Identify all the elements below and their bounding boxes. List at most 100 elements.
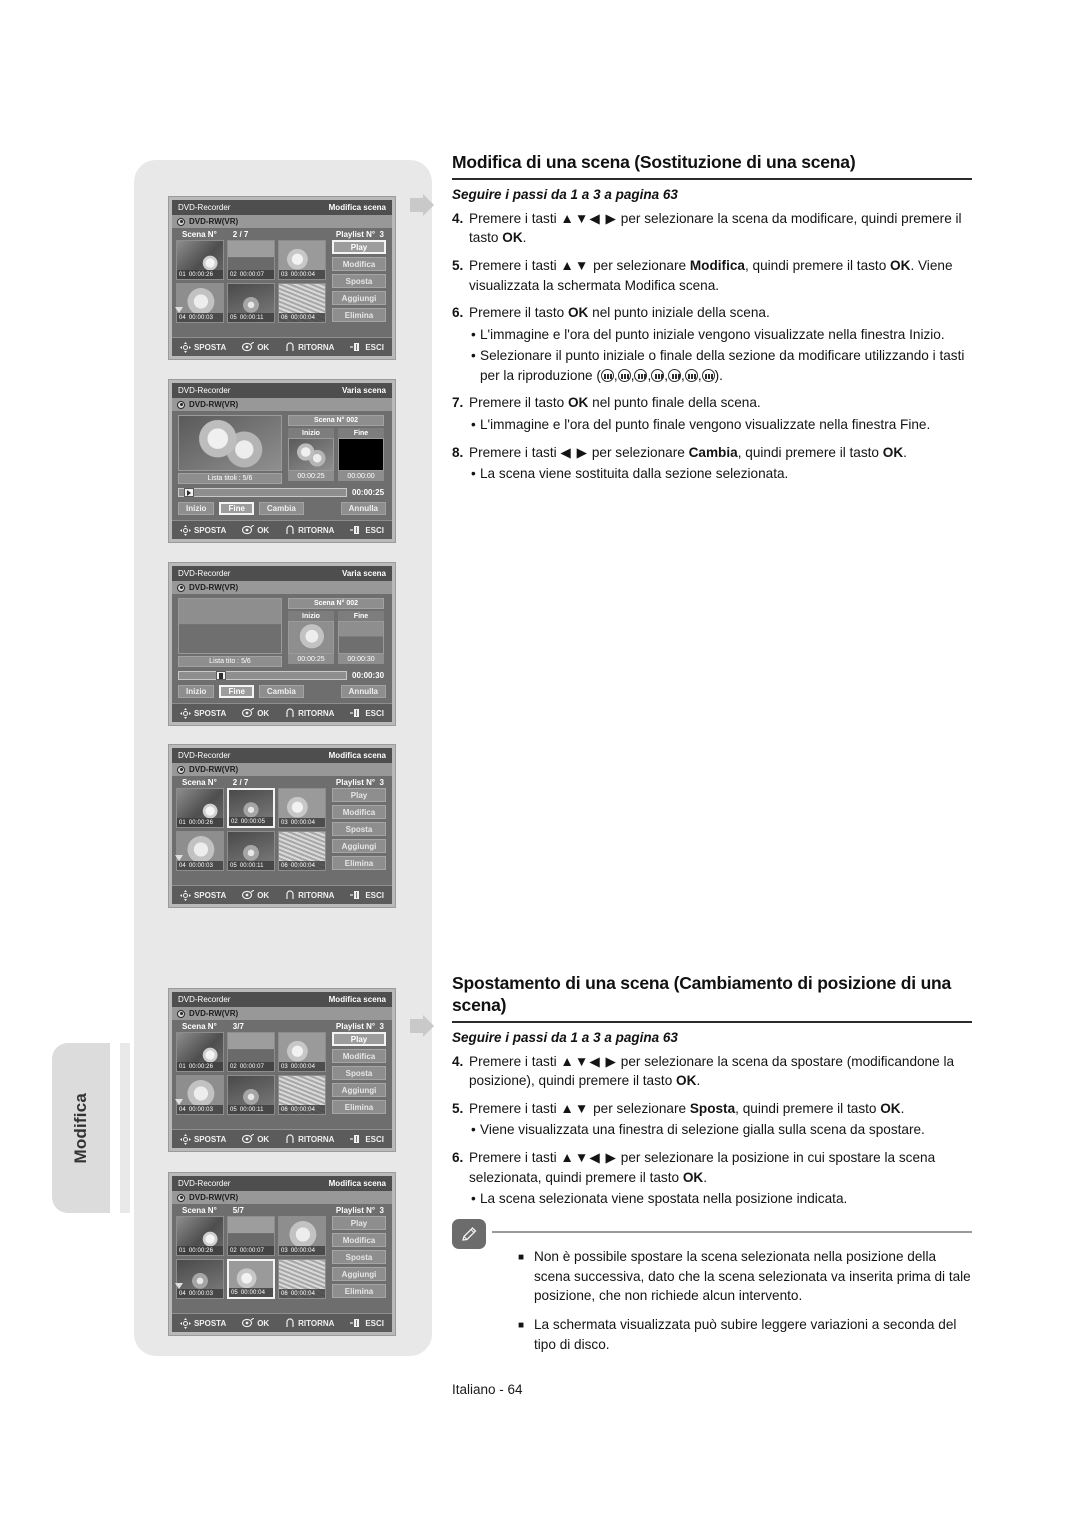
- osd-button-aggiungi[interactable]: Aggiungi: [332, 291, 386, 305]
- scene-thumbnail[interactable]: 03 00:00:04: [278, 1216, 326, 1256]
- osd-hint-sposta[interactable]: SPOSTA: [179, 707, 226, 719]
- osd-hint-ritorna[interactable]: RITORNA: [285, 342, 334, 352]
- scene-thumbnail[interactable]: 05 00:00:04: [227, 1259, 275, 1299]
- osd-button-sposta[interactable]: Sposta: [332, 274, 386, 288]
- scene-thumbnail[interactable]: 01 00:00:26: [176, 240, 224, 280]
- osd-button-play[interactable]: Play: [332, 788, 386, 802]
- scene-thumbnail[interactable]: 03 00:00:04: [278, 240, 326, 280]
- scroll-down-arrow-icon[interactable]: [175, 307, 183, 313]
- screen-1-modifica-scena: DVD-Recorder Modifica scena DVD-RW(VR) S…: [168, 196, 396, 360]
- progress-knob[interactable]: [184, 488, 194, 497]
- osd-button-aggiungi[interactable]: Aggiungi: [332, 839, 386, 853]
- osd-button-sposta[interactable]: Sposta: [332, 1250, 386, 1264]
- osd-button-play[interactable]: Play: [332, 1216, 386, 1230]
- scene-thumbnail[interactable]: 04 00:00:03: [176, 1259, 224, 1299]
- scene-thumbnail[interactable]: 04 00:00:03: [176, 831, 224, 871]
- osd-hint-ritorna[interactable]: RITORNA: [285, 1134, 334, 1144]
- osd-screen-title: Varia scena: [341, 569, 386, 578]
- osd-hint-sposta[interactable]: SPOSTA: [179, 889, 226, 901]
- osd-button-aggiungi[interactable]: Aggiungi: [332, 1083, 386, 1097]
- osd-button-modifica[interactable]: Modifica: [332, 1233, 386, 1247]
- osd-hint-sposta[interactable]: SPOSTA: [179, 524, 226, 536]
- return-icon: [285, 342, 295, 352]
- osd-button-elimina[interactable]: Elimina: [332, 1100, 386, 1114]
- osd-hint-ritorna[interactable]: RITORNA: [285, 1318, 334, 1328]
- progress-track[interactable]: [178, 488, 347, 497]
- osd-hint-ritorna[interactable]: RITORNA: [285, 525, 334, 535]
- osd-button-annulla[interactable]: Annulla: [340, 502, 386, 515]
- scene-thumbnail[interactable]: 06 00:00:04: [278, 1259, 326, 1299]
- progress-knob[interactable]: [215, 671, 226, 680]
- osd-hint-sposta[interactable]: SPOSTA: [179, 341, 226, 353]
- scroll-down-arrow-icon[interactable]: [175, 1283, 183, 1289]
- osd-button-elimina[interactable]: Elimina: [332, 856, 386, 870]
- osd-button-elimina[interactable]: Elimina: [332, 1284, 386, 1298]
- varia-side-panel: Scena N° 002 Inizio 00:00:25 Fine 00:00:…: [288, 415, 384, 484]
- scene-thumbnail[interactable]: 03 00:00:04: [278, 1032, 326, 1072]
- osd-button-cambia[interactable]: Cambia: [258, 502, 304, 515]
- scene-thumbnail-caption: 02 00:00:07: [228, 270, 274, 279]
- osd-hint-sposta[interactable]: SPOSTA: [179, 1133, 226, 1145]
- osd-button-play[interactable]: Play: [332, 1032, 386, 1046]
- scene-thumbnail[interactable]: 04 00:00:03: [176, 283, 224, 323]
- osd-hint-ok[interactable]: OK: [242, 525, 269, 535]
- scene-thumbnail[interactable]: 02 00:00:07: [227, 1032, 275, 1072]
- scene-thumbnail-caption: 04 00:00:03: [177, 313, 223, 322]
- step-text: Premere i tasti ▲▼◀ ▶ per selezionare la…: [469, 1148, 972, 1209]
- scene-thumbnail[interactable]: 06 00:00:04: [278, 283, 326, 323]
- progress-track[interactable]: [178, 671, 347, 680]
- osd-hint-label: ESCI: [365, 525, 384, 535]
- step-number: 5.: [452, 258, 464, 273]
- scene-thumbnail[interactable]: 01 00:00:26: [176, 1032, 224, 1072]
- osd-button-play[interactable]: Play: [332, 240, 386, 254]
- scene-thumbnail[interactable]: 02 00:00:07: [227, 1216, 275, 1256]
- scene-thumbnail[interactable]: 01 00:00:26: [176, 1216, 224, 1256]
- scene-thumbnail[interactable]: 05 00:00:11: [227, 1075, 275, 1115]
- osd-button-fine[interactable]: Fine: [219, 685, 254, 698]
- scene-thumbnail[interactable]: 05 00:00:11: [227, 283, 275, 323]
- osd-hint-ok[interactable]: OK: [242, 708, 269, 718]
- osd-button-sposta[interactable]: Sposta: [332, 1066, 386, 1080]
- osd-button-inizio[interactable]: Inizio: [178, 685, 215, 698]
- osd-hint-esci[interactable]: ESCI: [350, 708, 384, 718]
- osd-button-aggiungi[interactable]: Aggiungi: [332, 1267, 386, 1281]
- osd-button-inizio[interactable]: Inizio: [178, 502, 215, 515]
- bullet-item: • L'immagine e l'ora del punto iniziale …: [471, 325, 972, 345]
- osd-hint-sposta[interactable]: SPOSTA: [179, 1317, 226, 1329]
- scene-thumbnail[interactable]: 04 00:00:03: [176, 1075, 224, 1115]
- playback-key-icon: [668, 368, 682, 382]
- osd-hint-ok[interactable]: OK: [242, 890, 269, 900]
- osd-button-sposta[interactable]: Sposta: [332, 822, 386, 836]
- osd-hint-esci[interactable]: ESCI: [350, 525, 384, 535]
- osd-hint-esci[interactable]: ESCI: [350, 890, 384, 900]
- osd-hint-ok[interactable]: OK: [242, 342, 269, 352]
- scene-thumbnail[interactable]: 02 00:00:07: [227, 240, 275, 280]
- ok-icon: [242, 525, 255, 535]
- osd-hint-ritorna[interactable]: RITORNA: [285, 708, 334, 718]
- scene-thumbnail[interactable]: 03 00:00:04: [278, 788, 326, 828]
- osd-titlebar: DVD-Recorder Varia scena: [172, 566, 392, 581]
- scene-thumbnail[interactable]: 06 00:00:04: [278, 831, 326, 871]
- scene-thumbnail[interactable]: 02 00:00:05: [227, 788, 275, 828]
- osd-button-cambia[interactable]: Cambia: [258, 685, 304, 698]
- osd-button-elimina[interactable]: Elimina: [332, 308, 386, 322]
- osd-hint-ok[interactable]: OK: [242, 1134, 269, 1144]
- scene-thumbnail[interactable]: 06 00:00:04: [278, 1075, 326, 1115]
- scene-thumbnail-caption: 06 00:00:04: [279, 1289, 325, 1298]
- osd-button-modifica[interactable]: Modifica: [332, 805, 386, 819]
- osd-hint-esci[interactable]: ESCI: [350, 1134, 384, 1144]
- scroll-down-arrow-icon[interactable]: [175, 1099, 183, 1105]
- step-number: 6.: [452, 305, 464, 321]
- osd-button-annulla[interactable]: Annulla: [340, 685, 386, 698]
- scroll-down-arrow-icon[interactable]: [175, 855, 183, 861]
- osd-button-fine[interactable]: Fine: [219, 502, 254, 515]
- scene-thumbnail[interactable]: 01 00:00:26: [176, 788, 224, 828]
- scene-thumbnail[interactable]: 05 00:00:11: [227, 831, 275, 871]
- disc-icon: [177, 583, 185, 592]
- osd-button-modifica[interactable]: Modifica: [332, 257, 386, 271]
- osd-hint-esci[interactable]: ESCI: [350, 342, 384, 352]
- osd-hint-ok[interactable]: OK: [242, 1318, 269, 1328]
- osd-hint-ritorna[interactable]: RITORNA: [285, 890, 334, 900]
- osd-hint-esci[interactable]: ESCI: [350, 1318, 384, 1328]
- osd-button-modifica[interactable]: Modifica: [332, 1049, 386, 1063]
